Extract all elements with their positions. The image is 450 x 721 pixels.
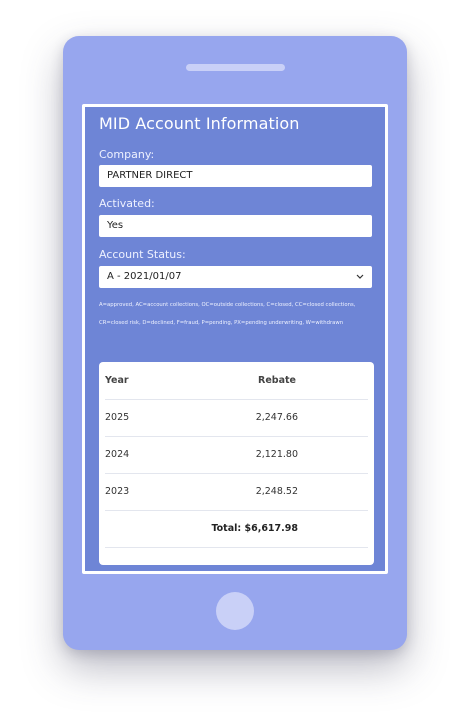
- account-status-select[interactable]: A - 2021/01/07: [99, 266, 372, 288]
- activated-field[interactable]: Yes: [99, 215, 372, 237]
- account-status-value: A - 2021/01/07: [107, 271, 182, 282]
- company-value: PARTNER DIRECT: [107, 170, 193, 181]
- company-field[interactable]: PARTNER DIRECT: [99, 165, 372, 187]
- column-header-year: Year: [105, 375, 129, 386]
- account-panel: MID Account Information Company: PARTNER…: [85, 107, 385, 571]
- status-legend-line1: A=approved, AC=account collections, OC=o…: [99, 302, 356, 308]
- table-row: 2025 2,247.66: [105, 399, 368, 437]
- year-cell: 2025: [105, 412, 130, 423]
- rebate-total: Total: $6,617.98: [211, 523, 298, 534]
- table-row: 2023 2,248.52: [105, 473, 368, 511]
- year-cell: 2023: [105, 486, 130, 497]
- phone-speaker: [186, 64, 285, 71]
- year-cell: 2024: [105, 449, 130, 460]
- rebate-cell: 2,248.52: [255, 486, 298, 497]
- chevron-down-icon: [356, 266, 364, 297]
- rebate-table-card: Year Rebate 2025 2,247.66 2024 2,121.80 …: [99, 362, 374, 565]
- status-legend-line2: CR=closed risk, D=declined, F=fraud, P=p…: [99, 320, 344, 326]
- rebate-cell: 2,247.66: [255, 412, 298, 423]
- table-row: 2024 2,121.80: [105, 436, 368, 474]
- column-header-rebate: Rebate: [258, 375, 296, 386]
- rebate-cell: 2,121.80: [255, 449, 298, 460]
- company-label: Company:: [99, 148, 155, 161]
- table-total-row: Total: $6,617.98: [105, 510, 368, 548]
- activated-value: Yes: [107, 220, 124, 231]
- table-header-row: Year Rebate: [105, 362, 368, 400]
- phone-device: MID Account Information Company: PARTNER…: [63, 36, 407, 650]
- phone-screen: MID Account Information Company: PARTNER…: [82, 104, 388, 574]
- activated-label: Activated:: [99, 197, 155, 210]
- page-title: MID Account Information: [99, 114, 300, 133]
- home-button[interactable]: [216, 592, 254, 630]
- account-status-label: Account Status:: [99, 248, 186, 261]
